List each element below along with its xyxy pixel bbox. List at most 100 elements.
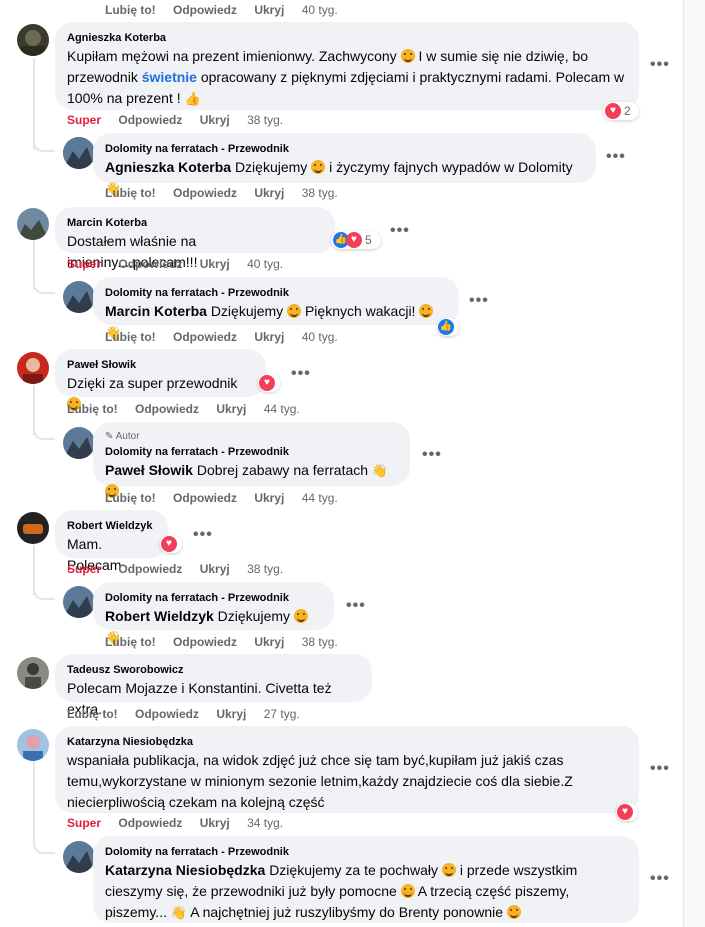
avatar[interactable] <box>17 352 49 384</box>
reply-button[interactable]: Odpowiedz <box>173 3 237 17</box>
avatar[interactable] <box>17 729 49 761</box>
reply-button[interactable]: Odpowiedz <box>173 330 237 344</box>
hide-button[interactable]: Ukryj <box>200 816 230 830</box>
like-button[interactable]: Lubię to! <box>105 186 156 200</box>
grin-emoji-icon <box>287 304 302 318</box>
more-options-icon[interactable]: ••• <box>606 148 626 166</box>
thread-branch <box>33 416 55 440</box>
comment-author[interactable]: Agnieszka Koterba <box>67 30 627 46</box>
action-row: Super Odpowiedz Ukryj 38 tyg. <box>67 562 297 576</box>
hide-button[interactable]: Ukryj <box>254 330 284 344</box>
page-avatar[interactable] <box>63 427 95 459</box>
timestamp: 38 tyg. <box>301 635 338 649</box>
page-avatar[interactable] <box>63 281 95 313</box>
reply-text: Katarzyna Niesiobędzka Dziękujemy za te … <box>105 860 627 923</box>
reply-text-part: Dziękujemy <box>217 608 291 624</box>
more-options-icon[interactable]: ••• <box>390 222 410 240</box>
reply-button[interactable]: Odpowiedz <box>135 402 199 416</box>
reply-author[interactable]: Dolomity na ferratach - Przewodnik <box>105 844 627 860</box>
reaction-summary[interactable]: ♥ <box>160 535 182 553</box>
reaction-summary[interactable]: 👍 ♥ 5 <box>331 231 381 249</box>
reply-text-part: A najchętniej już ruszylibyśmy do Brenty… <box>190 904 504 920</box>
like-button[interactable]: Lubię to! <box>105 635 156 649</box>
hide-button[interactable]: Ukryj <box>254 186 284 200</box>
reply-button[interactable]: Odpowiedz <box>173 186 237 200</box>
thread-line <box>33 758 35 836</box>
more-options-icon[interactable]: ••• <box>650 760 670 778</box>
more-options-icon[interactable]: ••• <box>650 56 670 74</box>
comment-bubble: Agnieszka Koterba Kupiłam mężowi na prez… <box>55 22 639 110</box>
action-row: Lubię to! Odpowiedz Ukryj 40 tyg. <box>105 330 352 344</box>
hide-button[interactable]: Ukryj <box>200 562 230 576</box>
avatar[interactable] <box>17 512 49 544</box>
page-avatar[interactable] <box>63 841 95 873</box>
heart-reaction-icon: ♥ <box>605 103 621 119</box>
scrollbar[interactable] <box>683 0 705 927</box>
like-button[interactable]: Lubię to! <box>67 707 118 721</box>
hide-button[interactable]: Ukryj <box>254 635 284 649</box>
page-avatar[interactable] <box>63 137 95 169</box>
avatar[interactable] <box>17 24 49 56</box>
comment-author[interactable]: Tadeusz Sworobowicz <box>67 662 360 678</box>
grin-emoji-icon <box>441 863 456 877</box>
reaction-summary[interactable]: 👍 <box>437 318 459 336</box>
action-row: Lubię to! Odpowiedz Ukryj 44 tyg. <box>105 491 352 505</box>
more-options-icon[interactable]: ••• <box>650 870 670 888</box>
like-button[interactable]: Lubię to! <box>105 3 156 17</box>
like-button[interactable]: Lubię to! <box>105 330 156 344</box>
reply-button[interactable]: Odpowiedz <box>135 707 199 721</box>
more-options-icon[interactable]: ••• <box>469 292 489 310</box>
reaction-summary[interactable]: ♥ <box>616 803 638 821</box>
page-avatar[interactable] <box>63 586 95 618</box>
action-row: Lubię to! Odpowiedz Ukryj 40 tyg. <box>105 3 352 17</box>
mention[interactable]: Paweł Słowik <box>105 462 193 478</box>
mention[interactable]: Robert Wieldzyk <box>105 608 214 624</box>
hide-button[interactable]: Ukryj <box>254 491 284 505</box>
reply-author[interactable]: Dolomity na ferratach - Przewodnik <box>105 285 447 301</box>
like-button[interactable]: Lubię to! <box>67 402 118 416</box>
avatar[interactable] <box>17 657 49 689</box>
more-options-icon[interactable]: ••• <box>193 526 213 544</box>
more-options-icon[interactable]: ••• <box>291 365 311 383</box>
mention[interactable]: Agnieszka Koterba <box>105 159 231 175</box>
comment-text: wspaniała publikacja, na widok zdjęć już… <box>67 752 573 810</box>
reply-button[interactable]: Odpowiedz <box>118 816 182 830</box>
reply-button[interactable]: Odpowiedz <box>118 257 182 271</box>
more-options-icon[interactable]: ••• <box>346 597 366 615</box>
more-options-icon[interactable]: ••• <box>422 446 442 464</box>
grin-emoji-icon <box>311 160 326 174</box>
reply-author[interactable]: Dolomity na ferratach - Przewodnik <box>105 444 398 460</box>
reply-button[interactable]: Odpowiedz <box>173 491 237 505</box>
reaction-summary[interactable]: ♥ <box>258 374 280 392</box>
reply-author[interactable]: Dolomity na ferratach - Przewodnik <box>105 141 584 157</box>
hide-button[interactable]: Ukryj <box>216 402 246 416</box>
super-button[interactable]: Super <box>67 562 101 576</box>
comment-author[interactable]: Marcin Koterba <box>67 215 323 231</box>
reply-text-part: Dziękujemy za te pochwały <box>269 862 439 878</box>
reply-button[interactable]: Odpowiedz <box>118 562 182 576</box>
reply-author[interactable]: Dolomity na ferratach - Przewodnik <box>105 590 322 606</box>
comment-author[interactable]: Paweł Słowik <box>67 357 254 373</box>
comment-author[interactable]: Katarzyna Niesiobędzka <box>67 734 627 750</box>
reply-button[interactable]: Odpowiedz <box>118 113 182 127</box>
hide-button[interactable]: Ukryj <box>254 3 284 17</box>
grin-emoji-icon <box>400 884 415 898</box>
super-button[interactable]: Super <box>67 816 101 830</box>
hide-button[interactable]: Ukryj <box>200 113 230 127</box>
reaction-summary[interactable]: ♥ 2 <box>603 102 639 120</box>
hashtag-link[interactable]: świetnie <box>142 69 197 85</box>
super-button[interactable]: Super <box>67 257 101 271</box>
hide-button[interactable]: Ukryj <box>200 257 230 271</box>
reply-button[interactable]: Odpowiedz <box>173 635 237 649</box>
super-button[interactable]: Super <box>67 113 101 127</box>
action-row: Lubię to! Odpowiedz Ukryj 27 tyg. <box>67 707 314 721</box>
hide-button[interactable]: Ukryj <box>216 707 246 721</box>
like-button[interactable]: Lubię to! <box>105 491 156 505</box>
timestamp: 34 tyg. <box>247 816 284 830</box>
mention[interactable]: Katarzyna Niesiobędzka <box>105 862 265 878</box>
timestamp: 40 tyg. <box>247 257 284 271</box>
avatar[interactable] <box>17 208 49 240</box>
wave-emoji-icon: 👋 <box>170 905 188 920</box>
comment-author[interactable]: Robert Wieldzyk <box>67 518 156 534</box>
mention[interactable]: Marcin Koterba <box>105 303 207 319</box>
